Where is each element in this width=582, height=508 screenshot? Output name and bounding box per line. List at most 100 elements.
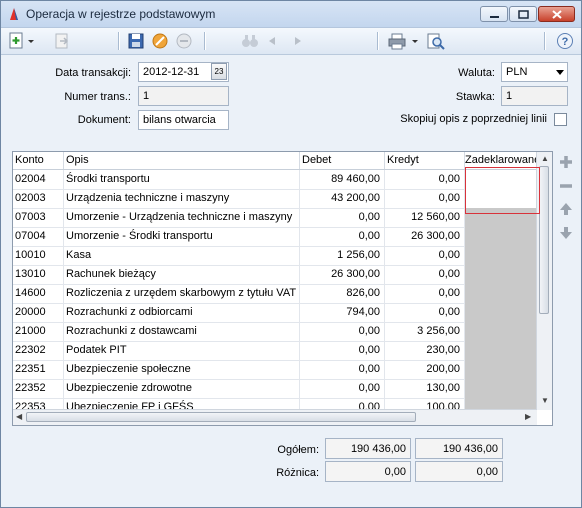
scroll-up-icon[interactable]: ▲ <box>541 154 549 163</box>
column-header-kredyt[interactable]: Kredyt <box>385 152 465 169</box>
konto-cell[interactable]: 07004 <box>13 227 64 246</box>
kredyt-cell[interactable]: 230,00 <box>385 341 465 360</box>
zadeklarowane-cell[interactable] <box>465 227 537 246</box>
opis-cell[interactable]: Ubezpieczenie społeczne <box>64 360 300 379</box>
kredyt-cell[interactable]: 200,00 <box>385 360 465 379</box>
table-row[interactable]: 02004 Środki transportu 89 460,00 0,00 <box>13 170 537 190</box>
zadeklarowane-cell[interactable] <box>465 189 537 208</box>
kredyt-cell[interactable]: 3 256,00 <box>385 322 465 341</box>
previous-button[interactable] <box>266 31 278 51</box>
debet-cell[interactable]: 89 460,00 <box>300 170 385 189</box>
column-header-konto[interactable]: Konto <box>13 152 64 169</box>
table-row[interactable]: 21000 Rozrachunki z dostawcami 0,00 3 256,0… <box>13 322 537 342</box>
import-button[interactable] <box>53 31 71 51</box>
konto-cell[interactable]: 14600 <box>13 284 64 303</box>
opis-cell[interactable]: Rozrachunki z odbiorcami <box>64 303 300 322</box>
skopiuj-checkbox[interactable] <box>554 113 567 126</box>
opis-cell[interactable]: Urządzenia techniczne i maszyny <box>64 189 300 208</box>
horizontal-scrollbar[interactable]: ◀ ▶ <box>13 409 537 425</box>
kredyt-cell[interactable]: 0,00 <box>385 284 465 303</box>
debet-cell[interactable]: 0,00 <box>300 227 385 246</box>
next-button[interactable] <box>292 31 304 51</box>
debet-cell[interactable]: 794,00 <box>300 303 385 322</box>
numer-trans-field[interactable]: 1 <box>138 86 229 106</box>
opis-cell[interactable]: Kasa <box>64 246 300 265</box>
print-preview-button[interactable] <box>426 31 446 51</box>
opis-cell[interactable]: Ubezpieczenie zdrowotne <box>64 379 300 398</box>
calendar-button[interactable]: 23 <box>211 63 227 80</box>
opis-cell[interactable]: Umorzenie - Środki transportu <box>64 227 300 246</box>
zadeklarowane-cell[interactable] <box>465 284 537 303</box>
zadeklarowane-cell[interactable] <box>465 265 537 284</box>
table-row[interactable]: 22351 Ubezpieczenie społeczne 0,00 200,00 <box>13 360 537 380</box>
waluta-select[interactable]: PLN <box>501 62 568 82</box>
debet-cell[interactable]: 0,00 <box>300 360 385 379</box>
opis-cell[interactable]: Rozrachunki z dostawcami <box>64 322 300 341</box>
scroll-down-icon[interactable]: ▼ <box>541 396 549 405</box>
add-row-button[interactable] <box>558 154 574 170</box>
remove-button[interactable] <box>175 31 193 51</box>
table-row[interactable]: 10010 Kasa 1 256,00 0,00 <box>13 246 537 266</box>
scroll-right-icon[interactable]: ▶ <box>525 412 531 421</box>
debet-cell[interactable]: 0,00 <box>300 379 385 398</box>
zadeklarowane-cell[interactable] <box>465 246 537 265</box>
konto-cell[interactable]: 02004 <box>13 170 64 189</box>
konto-cell[interactable]: 10010 <box>13 246 64 265</box>
konto-cell[interactable]: 22302 <box>13 341 64 360</box>
minimize-button[interactable] <box>480 6 508 22</box>
print-dropdown-button[interactable] <box>388 31 422 51</box>
table-row[interactable]: 13010 Rachunek bieżący 26 300,00 0,00 <box>13 265 537 285</box>
table-row[interactable]: 20000 Rozrachunki z odbiorcami 794,00 0,00 <box>13 303 537 323</box>
move-down-button[interactable] <box>558 225 574 241</box>
column-header-debet[interactable]: Debet <box>300 152 385 169</box>
table-row[interactable]: 07003 Umorzenie - Urządzenia techniczne i… <box>13 208 537 228</box>
konto-cell[interactable]: 21000 <box>13 322 64 341</box>
debet-cell[interactable]: 826,00 <box>300 284 385 303</box>
konto-cell[interactable]: 02003 <box>13 189 64 208</box>
kredyt-cell[interactable]: 12 560,00 <box>385 208 465 227</box>
move-up-button[interactable] <box>558 201 574 217</box>
debet-cell[interactable]: 0,00 <box>300 322 385 341</box>
table-row[interactable]: 22302 Podatek PIT 0,00 230,00 <box>13 341 537 361</box>
table-row[interactable]: 02003 Urządzenia techniczne i maszyny 43 2… <box>13 189 537 209</box>
konto-cell[interactable]: 22351 <box>13 360 64 379</box>
opis-cell[interactable]: Podatek PIT <box>64 341 300 360</box>
vertical-scroll-thumb[interactable] <box>539 166 549 314</box>
konto-cell[interactable]: 20000 <box>13 303 64 322</box>
debet-cell[interactable]: 43 200,00 <box>300 189 385 208</box>
kredyt-cell[interactable]: 0,00 <box>385 303 465 322</box>
kredyt-cell[interactable]: 0,00 <box>385 246 465 265</box>
cancel-button[interactable] <box>151 31 169 51</box>
konto-cell[interactable]: 13010 <box>13 265 64 284</box>
find-button[interactable] <box>241 31 259 51</box>
help-button[interactable]: ? <box>556 31 574 51</box>
zadeklarowane-cell[interactable] <box>465 341 537 360</box>
debet-cell[interactable]: 0,00 <box>300 341 385 360</box>
maximize-button[interactable] <box>509 6 537 22</box>
debet-cell[interactable]: 0,00 <box>300 208 385 227</box>
table-row[interactable]: 14600 Rozliczenia z urzędem skarbowym z t… <box>13 284 537 304</box>
debet-cell[interactable]: 1 256,00 <box>300 246 385 265</box>
column-header-zadeklarowane[interactable]: Zadeklarowane <box>465 152 539 169</box>
zadeklarowane-cell[interactable] <box>465 379 537 398</box>
scroll-left-icon[interactable]: ◀ <box>16 412 22 421</box>
column-header-opis[interactable]: Opis <box>64 152 300 169</box>
vertical-scrollbar[interactable]: ▲ ▼ <box>536 152 552 410</box>
close-button[interactable] <box>538 6 575 22</box>
remove-row-button[interactable] <box>558 178 574 194</box>
dokument-field[interactable]: bilans otwarcia <box>138 110 229 130</box>
debet-cell[interactable]: 26 300,00 <box>300 265 385 284</box>
save-button[interactable] <box>127 31 145 51</box>
konto-cell[interactable]: 22352 <box>13 379 64 398</box>
opis-cell[interactable]: Umorzenie - Urządzenia techniczne i masz… <box>64 208 300 227</box>
opis-cell[interactable]: Środki transportu <box>64 170 300 189</box>
konto-cell[interactable]: 07003 <box>13 208 64 227</box>
kredyt-cell[interactable]: 0,00 <box>385 189 465 208</box>
horizontal-scroll-thumb[interactable] <box>26 412 416 422</box>
zadeklarowane-cell[interactable] <box>465 208 537 227</box>
kredyt-cell[interactable]: 0,00 <box>385 265 465 284</box>
zadeklarowane-cell[interactable] <box>465 170 537 189</box>
zadeklarowane-cell[interactable] <box>465 322 537 341</box>
zadeklarowane-cell[interactable] <box>465 303 537 322</box>
table-row[interactable]: 22352 Ubezpieczenie zdrowotne 0,00 130,00 <box>13 379 537 399</box>
